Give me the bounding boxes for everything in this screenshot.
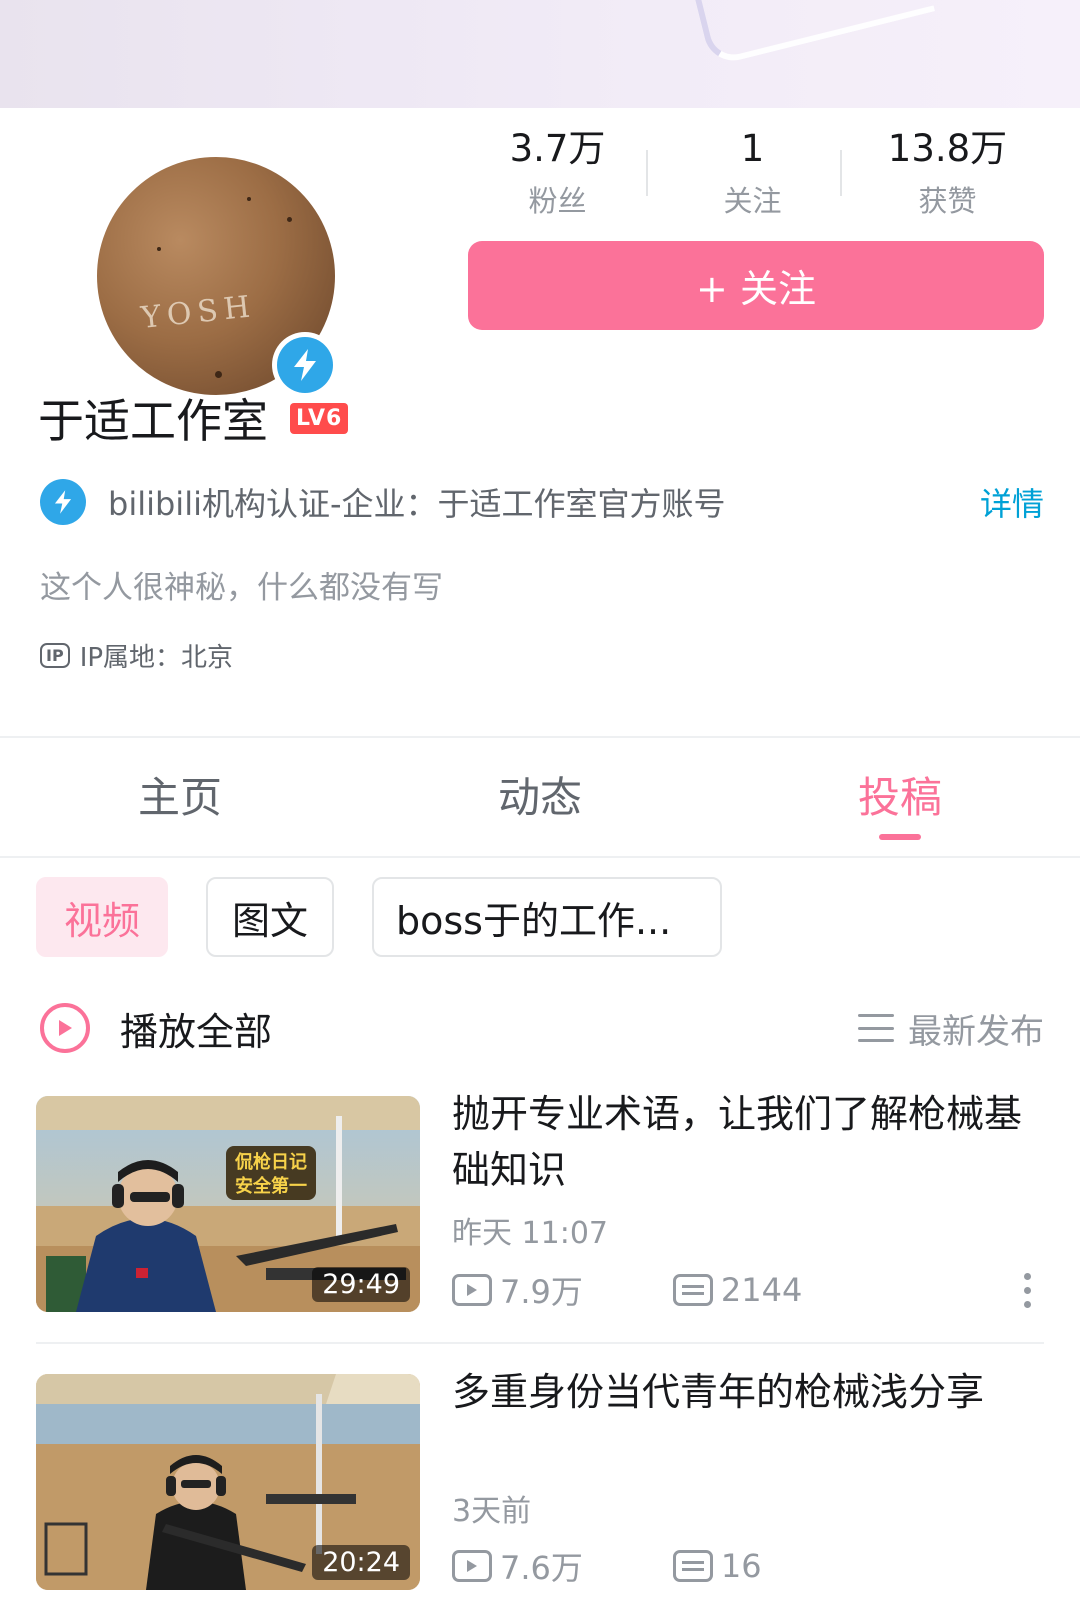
avatar-speck <box>247 197 251 201</box>
video-item[interactable]: 20:24 多重身份当代青年的枪械浅分享 3天前 7.6万 16 <box>36 1370 1044 1590</box>
play-count-icon <box>452 1274 492 1306</box>
video-stats: 7.9万 2144 <box>452 1268 1042 1312</box>
active-tab-indicator <box>879 834 921 840</box>
video-thumbnail[interactable]: 20:24 <box>36 1374 420 1590</box>
play-count-value: 7.9万 <box>500 1273 583 1311</box>
certification-row: bilibili机构认证-企业：于适工作室官方账号 详情 <box>40 478 1044 526</box>
more-options-icon[interactable] <box>1024 1272 1032 1308</box>
play-count-icon <box>452 1550 492 1582</box>
verified-lightning-icon <box>40 479 86 525</box>
sort-label: 最新发布 <box>908 1011 1044 1052</box>
play-count: 7.9万 <box>452 1267 583 1313</box>
tab-label: 投稿 <box>857 773 942 822</box>
play-count: 7.6万 <box>452 1543 583 1589</box>
username: 于适工作室 <box>38 394 268 448</box>
filter-chips: 视频 图文 boss于的工作... <box>36 877 722 957</box>
chip-video[interactable]: 视频 <box>36 877 168 957</box>
video-publish-time: 3天前 <box>452 1494 532 1529</box>
avatar-text: YOSH <box>139 289 258 336</box>
stat-value: 3.7万 <box>509 127 606 170</box>
stat-label: 关注 <box>723 184 782 218</box>
avatar-speck <box>287 217 292 222</box>
avatar-speck <box>215 371 222 378</box>
sort-icon <box>858 1014 894 1042</box>
stat-divider <box>646 150 648 196</box>
name-row: 于适工作室 LV6 <box>38 390 349 448</box>
stat-following[interactable]: 1 关注 <box>655 126 850 226</box>
chip-collection[interactable]: boss于的工作... <box>372 877 722 957</box>
level-badge: LV6 <box>290 402 349 434</box>
profile-tabs: 主页 动态 投稿 <box>0 740 1080 856</box>
profile-banner <box>0 0 1080 108</box>
danmaku-icon <box>672 1274 713 1306</box>
video-duration: 20:24 <box>312 1545 410 1580</box>
stat-value: 13.8万 <box>887 127 1008 170</box>
stat-fans[interactable]: 3.7万 粉丝 <box>460 126 655 226</box>
profile-header: YOSH 3.7万 粉丝 1 关注 13.8万 获赞 + 关注 于适工作室 LV… <box>0 108 1080 738</box>
video-title[interactable]: 多重身份当代青年的枪械浅分享 <box>452 1364 1042 1420</box>
stat-value: 1 <box>740 127 765 170</box>
danmaku-count: 16 <box>672 1547 762 1585</box>
play-count-value: 7.6万 <box>500 1549 583 1587</box>
video-duration: 29:49 <box>312 1267 410 1302</box>
video-title[interactable]: 抛开专业术语，让我们了解枪械基础知识 <box>452 1086 1042 1198</box>
ip-location-text: IP属地：北京 <box>79 642 234 673</box>
video-item[interactable]: 侃枪日记 安全第一 29:49 抛开专业术语，让我们了解枪械基础知识 昨天 11… <box>36 1092 1044 1312</box>
divider <box>36 1342 1044 1344</box>
follow-button[interactable]: + 关注 <box>468 241 1044 330</box>
stat-label: 粉丝 <box>528 184 587 218</box>
banner-decoration <box>694 0 936 67</box>
play-all-icon[interactable] <box>40 1003 90 1053</box>
sort-button[interactable]: 最新发布 <box>858 1004 1044 1053</box>
divider <box>0 736 1080 738</box>
play-all-label[interactable]: 播放全部 <box>120 1001 272 1056</box>
svg-text:安全第一: 安全第一 <box>235 1175 307 1197</box>
video-stats: 7.6万 16 <box>452 1544 1042 1588</box>
danmaku-count-value: 16 <box>720 1547 762 1585</box>
danmaku-count-value: 2144 <box>720 1271 803 1309</box>
certification-text: bilibili机构认证-企业：于适工作室官方账号 <box>108 485 726 523</box>
divider <box>0 856 1080 858</box>
tab-uploads[interactable]: 投稿 <box>720 740 1080 856</box>
verified-badge-icon <box>272 332 338 398</box>
list-header: 播放全部 最新发布 <box>40 998 1044 1058</box>
details-link[interactable]: 详情 <box>980 479 1044 525</box>
ip-location-row: IP IP属地：北京 <box>40 638 234 673</box>
svg-text:侃枪日记: 侃枪日记 <box>234 1151 307 1173</box>
stat-label: 获赞 <box>918 184 977 218</box>
avatar-speck <box>157 247 161 251</box>
stat-divider <box>840 150 842 196</box>
tab-home[interactable]: 主页 <box>0 740 360 856</box>
danmaku-icon <box>672 1550 713 1582</box>
tab-dynamic[interactable]: 动态 <box>360 740 720 856</box>
video-thumbnail[interactable]: 侃枪日记 安全第一 29:49 <box>36 1096 420 1312</box>
tab-label: 主页 <box>137 773 222 822</box>
tab-label: 动态 <box>497 773 582 822</box>
danmaku-count: 2144 <box>672 1271 803 1309</box>
profile-stats: 3.7万 粉丝 1 关注 13.8万 获赞 <box>460 126 1045 226</box>
bio-text: 这个人很神秘，什么都没有写 <box>40 570 443 606</box>
video-publish-time: 昨天 11:07 <box>452 1216 608 1251</box>
ip-icon: IP <box>40 642 70 668</box>
stat-likes[interactable]: 13.8万 获赞 <box>850 126 1045 226</box>
chip-image-text[interactable]: 图文 <box>206 877 334 957</box>
